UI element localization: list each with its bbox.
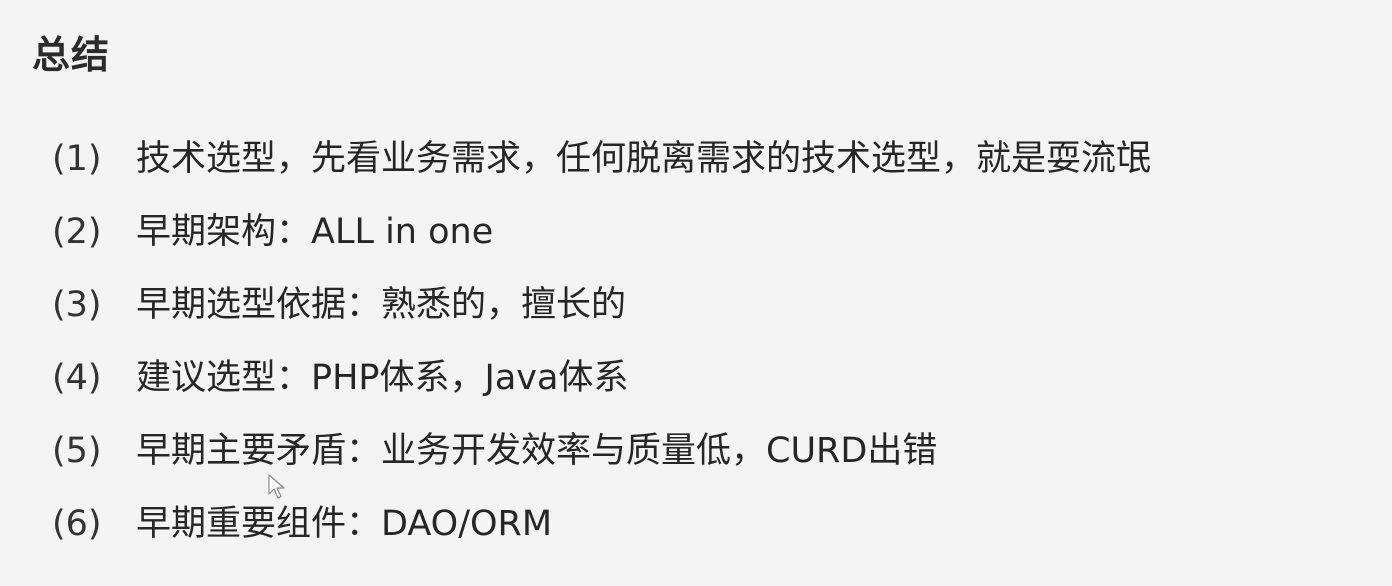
item-text: 建议选型：PHP体系，Java体系 <box>136 358 629 398</box>
item-text: 早期主要矛盾：业务开发效率与质量低，CURD出错 <box>136 431 938 471</box>
item-text: 早期重要组件：DAO/ORM <box>136 504 553 544</box>
list-item: (5) 早期主要矛盾：业务开发效率与质量低，CURD出错 <box>52 423 1151 496</box>
item-number: (5) <box>52 431 102 471</box>
item-number: (6) <box>52 504 102 544</box>
slide: 总结 (1) 技术选型，先看业务需求，任何脱离需求的技术选型，就是耍流氓 (2)… <box>0 0 1392 586</box>
slide-title: 总结 <box>32 33 111 77</box>
list-item: (3) 早期选型依据：熟悉的，擅长的 <box>52 277 1151 350</box>
mouse-pointer-icon <box>268 474 285 499</box>
item-text: 技术选型，先看业务需求，任何脱离需求的技术选型，就是耍流氓 <box>136 139 1152 179</box>
item-number: (4) <box>52 358 102 398</box>
item-text: 早期选型依据：熟悉的，擅长的 <box>136 285 627 325</box>
item-number: (3) <box>52 285 102 325</box>
list-item: (6) 早期重要组件：DAO/ORM <box>52 496 1151 569</box>
item-text: 早期架构：ALL in one <box>136 212 494 252</box>
item-number: (1) <box>52 139 102 179</box>
list-item: (1) 技术选型，先看业务需求，任何脱离需求的技术选型，就是耍流氓 <box>52 131 1151 204</box>
list-item: (4) 建议选型：PHP体系，Java体系 <box>52 350 1151 423</box>
summary-list: (1) 技术选型，先看业务需求，任何脱离需求的技术选型，就是耍流氓 (2) 早期… <box>52 131 1151 569</box>
item-number: (2) <box>52 212 102 252</box>
list-item: (2) 早期架构：ALL in one <box>52 204 1151 277</box>
